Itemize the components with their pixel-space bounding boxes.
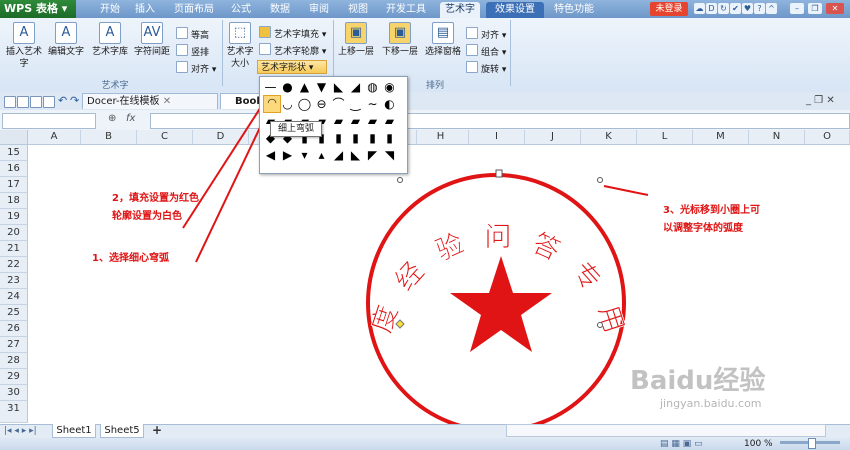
zoom-slider-thumb[interactable] [808, 438, 816, 449]
shape-wave-down-icon[interactable]: ‿ [347, 96, 364, 112]
annotation-step3-line2: 以调整字体的弧度 [663, 223, 743, 234]
shape-banner-icon[interactable]: ▰ [381, 113, 398, 129]
shape-flag-icon[interactable]: ▮ [330, 130, 347, 146]
handle-bottom-right [597, 322, 603, 328]
shape-slant-icon[interactable]: ◀ [262, 147, 279, 163]
shape-circle-outline-icon[interactable]: ◯ [296, 96, 313, 112]
sheet-tab[interactable]: Sheet1 [52, 424, 96, 438]
annotation-step2: 2，填充设置为红色 轮廓设置为白色 [112, 190, 199, 226]
watermark-brand: Baidu [630, 366, 714, 396]
annotation-step3-line1: 3、光标移到小圈上可 [663, 205, 760, 216]
shape-ring-icon[interactable]: ◉ [381, 79, 398, 95]
shape-wave-icon[interactable]: ∼ [364, 96, 381, 112]
shape-slant-icon[interactable]: ◥ [381, 147, 398, 163]
shape-arch-up-thin-selected[interactable]: ◠ [263, 95, 281, 113]
shape-slant-icon[interactable]: ▴ [313, 147, 330, 163]
shape-wave-up-icon[interactable]: ⌒ [330, 96, 347, 112]
shape-button-icon[interactable]: ◍ [364, 79, 381, 95]
view-mode-icons[interactable]: ▤ ▦ ▣ ▭ [660, 439, 703, 449]
handle-top-right [597, 177, 603, 183]
shape-circle-outline-icon[interactable]: ⊖ [313, 96, 330, 112]
watermark-url: jingyan.baidu.com [660, 397, 762, 410]
watermark-brand-cn: 经验 [713, 366, 766, 396]
shape-circle-icon[interactable]: ● [279, 79, 296, 95]
shape-slant-icon[interactable]: ◤ [364, 147, 381, 163]
shape-plain-icon[interactable]: — [262, 79, 279, 95]
shape-button-icon[interactable]: ◐ [381, 96, 398, 112]
shape-triangle-up-icon[interactable]: ▲ [296, 79, 313, 95]
sheet-tab[interactable]: Sheet5 [100, 424, 144, 438]
annotation-step3: 3、光标移到小圈上可 以调整字体的弧度 [663, 202, 760, 238]
annotation-step2-line1: 2，填充设置为红色 [112, 193, 199, 204]
zoom-level: 100 % [744, 439, 773, 449]
rotate-handle [495, 169, 503, 178]
shape-banner-icon[interactable]: ▰ [364, 113, 381, 129]
annotation-arrow-3 [603, 185, 649, 196]
shape-slant-icon[interactable]: ▶ [279, 147, 296, 163]
shape-flag-icon[interactable]: ▮ [347, 130, 364, 146]
shape-slant-icon[interactable]: ◢ [330, 147, 347, 163]
baidu-watermark: Baidu经验 jingyan.baidu.com [630, 360, 830, 420]
shape-flag-icon[interactable]: ▮ [381, 130, 398, 146]
shape-banner-icon[interactable]: ▰ [347, 113, 364, 129]
annotation-step1: 1、选择细心穹弧 [92, 253, 169, 264]
shape-flag-icon[interactable]: ◢ [347, 79, 364, 95]
arch-up-thin-icon: ◠ [267, 96, 277, 109]
add-sheet-icon[interactable]: + [152, 423, 162, 437]
horizontal-scrollbar[interactable] [506, 424, 826, 437]
shape-slant-icon[interactable]: ◣ [347, 147, 364, 163]
shape-arch-down-icon[interactable]: ◡ [279, 96, 296, 112]
shape-triangle-down-icon[interactable]: ▼ [313, 79, 330, 95]
seal-star [450, 256, 552, 352]
shape-chevron-icon[interactable]: ◣ [330, 79, 347, 95]
status-bar [0, 438, 850, 450]
shape-banner-icon[interactable]: ▰ [330, 113, 347, 129]
shape-flag-icon[interactable]: ▮ [364, 130, 381, 146]
shape-tooltip: 细上弯弧 [270, 121, 322, 137]
annotation-step2-line2: 轮廓设置为白色 [112, 211, 182, 222]
handle-top-left [397, 177, 403, 183]
sheet-nav-arrows[interactable]: |◂ ◂ ▸ ▸| [4, 424, 37, 438]
shape-slant-icon[interactable]: ▾ [296, 147, 313, 163]
